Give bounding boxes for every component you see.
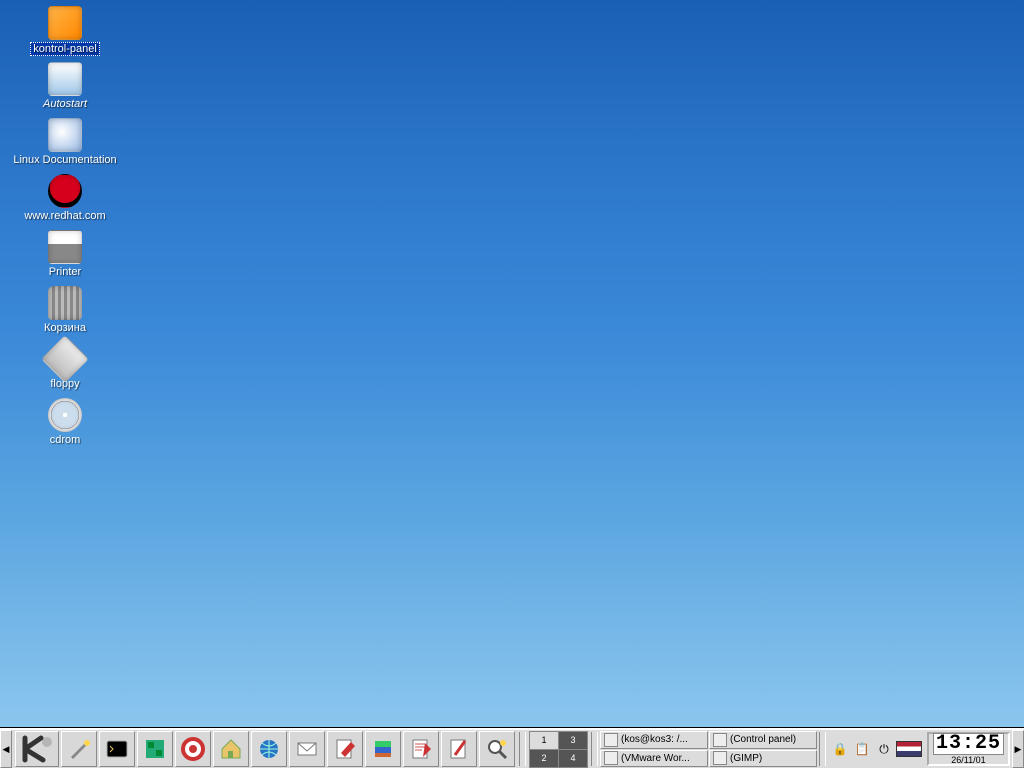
launch-help[interactable]: [175, 731, 211, 767]
terminal-icon: [604, 733, 618, 747]
redhat-icon: [48, 174, 82, 208]
desktop-pager[interactable]: 1 3 2 4: [529, 731, 588, 768]
desktop[interactable]: kontrol-panel Autostart Linux Documentatio…: [0, 0, 1024, 728]
icon-label: www.redhat.com: [22, 210, 107, 222]
task-label: (Control panel): [730, 734, 796, 745]
separator-2: [591, 732, 598, 766]
pager-cell-4[interactable]: 4: [559, 750, 587, 767]
icon-label: cdrom: [48, 434, 83, 446]
pager-cell-3[interactable]: 3: [559, 732, 587, 749]
keyboard-layout-flag[interactable]: [896, 741, 922, 757]
desktop-icon-floppy[interactable]: floppy: [5, 342, 125, 390]
system-tray: 🔒 📋 ⏻: [827, 730, 925, 768]
launch-write[interactable]: [327, 731, 363, 767]
icon-label: Printer: [47, 266, 83, 278]
klipper-icon[interactable]: 📋: [852, 739, 872, 759]
launch-control-center[interactable]: [137, 731, 173, 767]
task-gimp[interactable]: (GIMP): [709, 750, 817, 768]
launch-home[interactable]: [213, 731, 249, 767]
task-list: (kos@kos3: /... (Control panel) (VMware …: [599, 730, 818, 768]
kicker-panel: ◀ 1 3 2 4 (kos@kos3: /... (Control panel…: [0, 728, 1024, 768]
trash-icon: [48, 286, 82, 320]
folder-icon: [48, 62, 82, 96]
pager-cell-1[interactable]: 1: [530, 732, 558, 749]
vm-icon: [604, 751, 618, 765]
k-menu-button[interactable]: [15, 731, 59, 767]
printer-icon: [48, 230, 82, 264]
desktop-icon-redhat[interactable]: www.redhat.com: [5, 174, 125, 222]
task-terminal[interactable]: (kos@kos3: /...: [600, 731, 708, 749]
desktop-icon-hand[interactable]: kontrol-panel: [5, 6, 125, 56]
task-label: (kos@kos3: /...: [621, 734, 688, 745]
launch-wizard[interactable]: [61, 731, 97, 767]
launch-web[interactable]: [251, 731, 287, 767]
panel-hide-right[interactable]: ▶: [1012, 730, 1024, 768]
task-vmware[interactable]: (VMware Wor...: [600, 750, 708, 768]
desktop-icon-cd[interactable]: cdrom: [5, 398, 125, 446]
launch-terminal[interactable]: [99, 731, 135, 767]
panel-hide-left[interactable]: ◀: [0, 730, 12, 768]
task-control-panel[interactable]: (Control panel): [709, 731, 817, 749]
task-label: (VMware Wor...: [621, 753, 690, 764]
gimp-icon: [713, 751, 727, 765]
launch-bar: [12, 730, 518, 768]
mag-icon: [48, 118, 82, 152]
launch-calc[interactable]: [365, 731, 401, 767]
desktop-icon-folder[interactable]: Autostart: [5, 62, 125, 110]
icon-label: Корзина: [42, 322, 88, 334]
launch-find[interactable]: [479, 731, 515, 767]
pager-cell-2[interactable]: 2: [530, 750, 558, 767]
launch-mail[interactable]: [289, 731, 325, 767]
hand-icon: [48, 6, 82, 40]
icon-label: Autostart: [41, 98, 89, 110]
desktop-icon-trash[interactable]: Корзина: [5, 286, 125, 334]
lock-icon[interactable]: 🔒: [830, 739, 850, 759]
clock-time: 13:25: [933, 733, 1004, 755]
desktop-icon-mag[interactable]: Linux Documentation: [5, 118, 125, 166]
separator-1: [519, 732, 526, 766]
cd-icon: [48, 398, 82, 432]
launch-paint[interactable]: [441, 731, 477, 767]
power-icon[interactable]: ⏻: [874, 739, 894, 759]
launch-edit[interactable]: [403, 731, 439, 767]
task-label: (GIMP): [730, 753, 762, 764]
gear-icon: [713, 733, 727, 747]
separator-3: [819, 732, 826, 766]
icon-label: Linux Documentation: [11, 154, 118, 166]
floppy-icon: [41, 335, 89, 383]
desktop-icon-printer[interactable]: Printer: [5, 230, 125, 278]
panel-clock[interactable]: 13:25 26/11/01: [927, 732, 1010, 766]
icon-label: kontrol-panel: [30, 42, 100, 56]
clock-date: 26/11/01: [951, 755, 985, 765]
